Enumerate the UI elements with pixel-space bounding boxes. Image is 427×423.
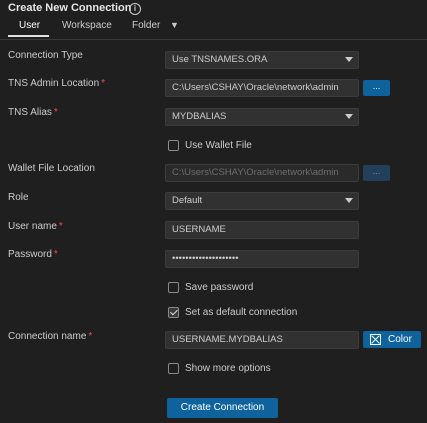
use-wallet-label: Use Wallet File: [185, 140, 252, 151]
default-connection-label: Set as default connection: [185, 307, 298, 318]
required-marker: *: [88, 331, 93, 342]
tab-folder[interactable]: Folder: [132, 20, 160, 31]
password-label: Password *: [8, 249, 58, 260]
save-password-checkbox[interactable]: [168, 282, 179, 293]
connection-name-input[interactable]: USERNAME.MYDBALIAS: [165, 331, 359, 349]
required-marker: *: [53, 249, 58, 260]
wallet-location-browse-button[interactable]: ...: [363, 165, 390, 181]
color-button[interactable]: Color: [363, 331, 421, 348]
color-swatch-icon: [370, 334, 381, 345]
connection-type-label: Connection Type: [8, 50, 83, 61]
chevron-down-icon: [345, 57, 353, 62]
info-icon[interactable]: i: [129, 3, 141, 15]
tns-admin-input[interactable]: C:\Users\CSHAY\Oracle\network\admin: [165, 79, 359, 97]
tns-admin-label: TNS Admin Location *: [8, 78, 106, 89]
tab-divider: [0, 39, 427, 40]
connection-type-value: Use TNSNAMES.ORA: [172, 54, 268, 65]
chevron-down-icon: [345, 198, 353, 203]
tns-alias-value: MYDBALIAS: [172, 111, 227, 122]
use-wallet-checkbox[interactable]: [168, 140, 179, 151]
chevron-down-icon[interactable]: ▼: [170, 20, 179, 30]
tab-user[interactable]: User: [19, 20, 40, 31]
connection-type-select[interactable]: Use TNSNAMES.ORA: [165, 51, 359, 69]
password-input[interactable]: ••••••••••••••••••••: [165, 250, 359, 268]
active-tab-indicator: [8, 35, 49, 37]
create-connection-button[interactable]: Create Connection: [167, 398, 278, 418]
role-value: Default: [172, 195, 203, 206]
required-marker: *: [101, 78, 106, 89]
role-label: Role: [8, 192, 29, 203]
tns-admin-browse-button[interactable]: ...: [363, 80, 390, 96]
show-more-label: Show more options: [185, 363, 271, 374]
required-marker: *: [58, 221, 63, 232]
tns-alias-label: TNS Alias *: [8, 107, 58, 118]
tab-workspace[interactable]: Workspace: [62, 20, 112, 31]
wallet-location-label: Wallet File Location: [8, 163, 95, 174]
page-title: Create New Connection: [8, 2, 132, 14]
tns-alias-select[interactable]: MYDBALIAS: [165, 108, 359, 126]
username-input[interactable]: USERNAME: [165, 221, 359, 239]
default-connection-checkbox[interactable]: [168, 307, 179, 318]
connection-name-label: Connection name *: [8, 331, 93, 342]
save-password-label: Save password: [185, 282, 254, 293]
required-marker: *: [53, 107, 58, 118]
wallet-location-input[interactable]: C:\Users\CSHAY\Oracle\network\admin: [165, 164, 359, 182]
show-more-checkbox[interactable]: [168, 363, 179, 374]
role-select[interactable]: Default: [165, 192, 359, 210]
chevron-down-icon: [345, 114, 353, 119]
color-button-label: Color: [388, 334, 412, 345]
username-label: User name *: [8, 221, 63, 232]
